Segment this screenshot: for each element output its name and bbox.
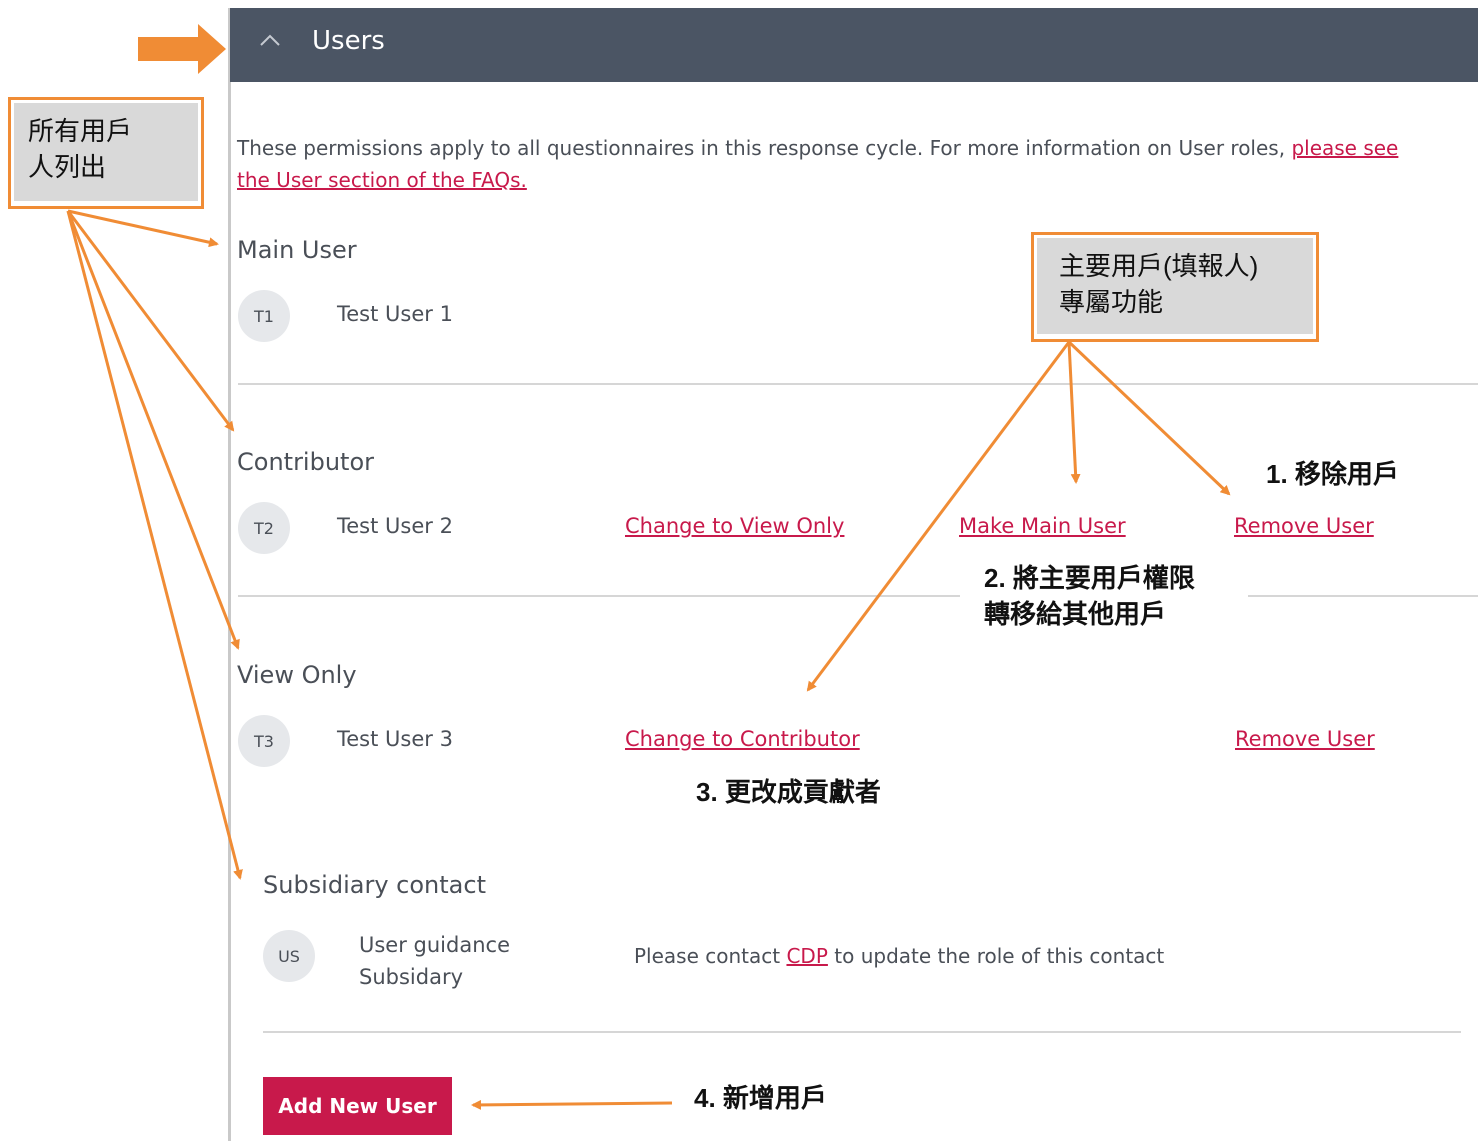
arrow-to-make-main-user <box>1067 341 1081 484</box>
arrow-to-remove-user <box>1067 340 1231 496</box>
arrow-to-change-to-contributor <box>806 341 1071 692</box>
arrow-to-contributor <box>66 210 235 432</box>
arrow-to-subsidiary <box>66 210 243 880</box>
header-pointer-arrow <box>138 24 226 74</box>
arrow-to-view-only <box>66 210 240 650</box>
arrow-to-add-user <box>471 1099 673 1110</box>
annotation-arrows <box>66 24 1231 1110</box>
